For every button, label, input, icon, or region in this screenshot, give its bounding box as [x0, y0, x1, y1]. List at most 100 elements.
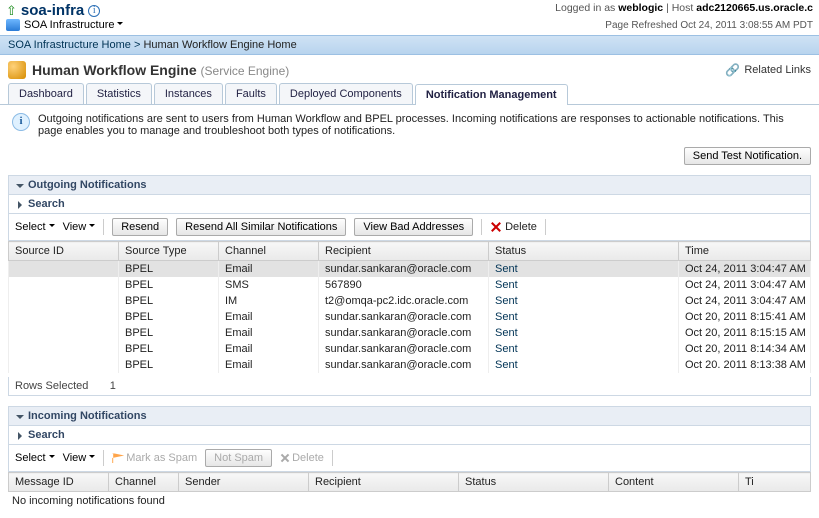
- link-icon: 🔗: [725, 63, 740, 77]
- tab-statistics[interactable]: Statistics: [86, 83, 152, 104]
- delete-icon: [280, 453, 290, 463]
- col-channel[interactable]: Channel: [219, 242, 319, 261]
- rows-selected: Rows Selected 1: [8, 377, 811, 396]
- select-menu[interactable]: Select: [15, 221, 55, 233]
- tab-faults[interactable]: Faults: [225, 83, 277, 104]
- table-row[interactable]: BPELEmailsundar.sankaran@oracle.comSentO…: [9, 325, 811, 341]
- tab-notification-management[interactable]: Notification Management: [415, 84, 568, 105]
- cell-time: Oct 20. 2011 8:13:38 AM: [679, 357, 811, 373]
- cell-time: Oct 24, 2011 3:04:47 AM: [679, 293, 811, 309]
- cell-time: Oct 20, 2011 8:14:34 AM: [679, 341, 811, 357]
- delete-icon: [490, 221, 502, 233]
- outgoing-search[interactable]: Search: [8, 195, 811, 214]
- cell-time: Oct 24, 2011 3:04:47 AM: [679, 277, 811, 293]
- cell-source-type: BPEL: [119, 341, 219, 357]
- table-row[interactable]: BPELEmailsundar.sankaran@oracle.comSentO…: [9, 357, 811, 373]
- cell-recipient: sundar.sankaran@oracle.com: [319, 309, 489, 325]
- send-test-notification-button[interactable]: Send Test Notification.: [684, 147, 811, 165]
- cell-recipient: sundar.sankaran@oracle.com: [319, 261, 489, 278]
- col-recipient[interactable]: Recipient: [319, 242, 489, 261]
- mark-as-spam-button[interactable]: Mark as Spam: [112, 452, 197, 464]
- page-refreshed: Page Refreshed Oct 24, 2011 3:08:55 AM P…: [605, 20, 813, 31]
- cell-source-id: [9, 341, 119, 357]
- collapse-icon[interactable]: [15, 181, 24, 190]
- col-message-id[interactable]: Message ID: [9, 473, 109, 492]
- status-link[interactable]: Sent: [495, 359, 518, 371]
- table-row[interactable]: BPELIMt2@omqa-pc2.idc.oracle.com Sent Oct …: [9, 293, 811, 309]
- col-source-id[interactable]: Source ID: [9, 242, 119, 261]
- view-menu[interactable]: View: [63, 221, 96, 233]
- resend-button[interactable]: Resend: [112, 218, 168, 236]
- outgoing-toolbar: Select View Resend Resend All Similar No…: [8, 214, 811, 241]
- tab-dashboard[interactable]: Dashboard: [8, 83, 84, 104]
- table-row[interactable]: BPELEmailsundar.sankaran@oracle.comSentO…: [9, 309, 811, 325]
- view-bad-addresses-button[interactable]: View Bad Addresses: [354, 218, 473, 236]
- tab-deployed-components[interactable]: Deployed Components: [279, 83, 413, 104]
- incoming-table: Message ID Channel Sender Recipient Stat…: [8, 472, 811, 492]
- col-time[interactable]: Time: [679, 242, 811, 261]
- cell-status: Sent: [489, 261, 679, 278]
- table-row[interactable]: BPELEmailsundar.sankaran@oracle.comSentO…: [9, 261, 811, 278]
- status-link[interactable]: Sent: [495, 311, 518, 323]
- select-menu[interactable]: Select: [15, 452, 55, 464]
- cell-status: Sent: [489, 325, 679, 341]
- flag-icon: [112, 453, 124, 463]
- incoming-toolbar: Select View Mark as Spam Not Spam Delete: [8, 445, 811, 472]
- status-link[interactable]: Sent: [495, 327, 518, 339]
- cell-channel: IM: [219, 293, 319, 309]
- cell-source-id: [9, 309, 119, 325]
- col-channel[interactable]: Channel: [109, 473, 179, 492]
- cell-source-type: BPEL: [119, 277, 219, 293]
- col-source-type[interactable]: Source Type: [119, 242, 219, 261]
- not-spam-button[interactable]: Not Spam: [205, 449, 272, 467]
- table-row[interactable]: BPELSMS567890SentOct 24, 2011 3:04:47 AM: [9, 277, 811, 293]
- cell-source-type: BPEL: [119, 309, 219, 325]
- related-links[interactable]: 🔗 Related Links: [725, 63, 811, 77]
- table-row[interactable]: BPELEmailsundar.sankaran@oracle.com Sent O…: [9, 341, 811, 357]
- expand-icon[interactable]: [15, 431, 24, 440]
- cell-source-id: [9, 277, 119, 293]
- incoming-search[interactable]: Search: [8, 426, 811, 445]
- cell-channel: Email: [219, 325, 319, 341]
- app-name[interactable]: soa-infra: [21, 2, 84, 19]
- cell-source-id: [9, 357, 119, 373]
- info-icon[interactable]: i: [88, 5, 100, 17]
- collapse-icon[interactable]: [15, 412, 24, 421]
- view-menu[interactable]: View: [63, 452, 96, 464]
- info-icon: i: [12, 113, 30, 131]
- status-link[interactable]: Sent: [495, 295, 518, 307]
- infrastructure-menu[interactable]: SOA Infrastructure: [24, 19, 123, 31]
- outgoing-table: Source ID Source Type Channel Recipient …: [8, 241, 811, 373]
- cell-recipient: sundar.sankaran@oracle.com: [319, 341, 489, 357]
- delete-button[interactable]: Delete: [490, 221, 537, 233]
- cell-recipient: t2@omqa-pc2.idc.oracle.com: [319, 293, 489, 309]
- expand-icon[interactable]: [15, 200, 24, 209]
- status-link[interactable]: Sent: [495, 263, 518, 275]
- up-arrow-icon[interactable]: ⇧: [6, 3, 17, 19]
- col-status[interactable]: Status: [459, 473, 609, 492]
- incoming-section-header[interactable]: Incoming Notifications: [8, 406, 811, 426]
- cell-time: Oct 20, 2011 8:15:15 AM: [679, 325, 811, 341]
- outgoing-section-header[interactable]: Outgoing Notifications: [8, 175, 811, 195]
- cell-channel: Email: [219, 341, 319, 357]
- delete-button[interactable]: Delete: [280, 452, 324, 464]
- cell-source-type: BPEL: [119, 357, 219, 373]
- breadcrumb-home[interactable]: SOA Infrastructure Home: [8, 39, 131, 51]
- tab-instances[interactable]: Instances: [154, 83, 223, 104]
- cell-recipient: sundar.sankaran@oracle.com: [319, 357, 489, 373]
- col-sender[interactable]: Sender: [179, 473, 309, 492]
- col-content[interactable]: Content: [609, 473, 739, 492]
- hint-text: Outgoing notifications are sent to users…: [38, 113, 807, 137]
- col-recipient[interactable]: Recipient: [309, 473, 459, 492]
- col-time[interactable]: Ti: [739, 473, 811, 492]
- status-link[interactable]: Sent: [495, 343, 518, 355]
- tab-bar: Dashboard Statistics Instances Faults De…: [0, 83, 819, 105]
- status-link[interactable]: Sent: [495, 279, 518, 291]
- cell-source-type: BPEL: [119, 293, 219, 309]
- resend-all-button[interactable]: Resend All Similar Notifications: [176, 218, 346, 236]
- cell-source-id: [9, 293, 119, 309]
- cell-recipient: sundar.sankaran@oracle.com: [319, 325, 489, 341]
- cell-channel: Email: [219, 261, 319, 278]
- col-status[interactable]: Status: [489, 242, 679, 261]
- cell-time: Oct 20, 2011 8:15:41 AM: [679, 309, 811, 325]
